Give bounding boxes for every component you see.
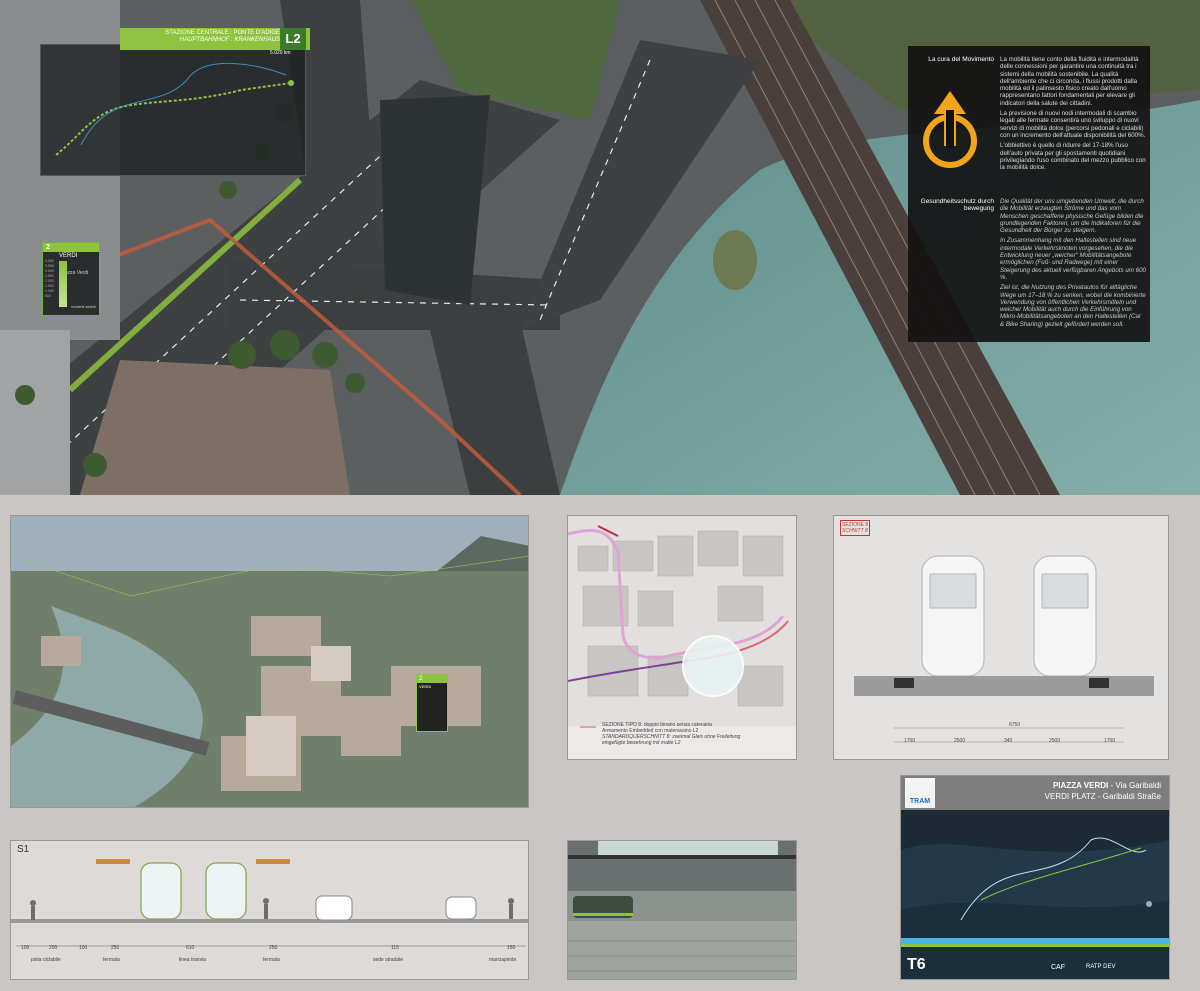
body-de-3: Ziel ist, die Nutzung des Privatautos fü… xyxy=(1000,284,1146,328)
city-photo-drawing xyxy=(11,516,528,807)
body-it-3: L'obbiettivo è quello di ridurre del 17-… xyxy=(1000,142,1146,172)
t6-code: T6 xyxy=(907,956,926,973)
section-tag: SEZIONE 8 SCHNITT 8 xyxy=(840,520,871,536)
tram-right xyxy=(205,862,247,920)
line-badge: L2 xyxy=(280,28,306,50)
plan-drawing xyxy=(568,516,796,726)
zone-sidewalk: marciapiede xyxy=(489,957,517,963)
tram-logo: TRAM xyxy=(905,778,935,808)
line-minimap xyxy=(40,44,306,176)
dim-total: 6750 xyxy=(1009,722,1021,728)
text-panel: La cura del Movimento La mobilità tiene … xyxy=(908,46,1150,342)
cross-section-8: SEZIONE 8 SCHNITT 8 6750 1700 2500 340 25… xyxy=(833,515,1169,760)
cross-section-s1: S1 100 200 100 250 610 250 115 150 pista… xyxy=(10,840,529,980)
zone-cycle: pista ciclabile xyxy=(31,957,61,963)
route-plan: SEZIONE TIPO 8: doppio binario senza cat… xyxy=(567,515,797,760)
route-trace xyxy=(55,63,294,156)
stop-line-number: 2 xyxy=(43,243,99,252)
t6-title: PIAZZA VERDI xyxy=(1052,781,1109,790)
stop-render-drawing xyxy=(568,841,796,979)
zone-stop-2: fermata xyxy=(263,957,280,963)
station-name: STAZIONE CENTRALE : PONTE D'ADIGE xyxy=(165,30,280,36)
body-it-2: La previsione di nuovi nodi intermodali … xyxy=(1000,110,1146,139)
tram-left xyxy=(140,862,182,920)
zone-road: sede stradale xyxy=(373,957,404,963)
population-bar xyxy=(59,261,67,307)
body-de-2: In Zusammenhang mit den Haltestellen sin… xyxy=(1000,237,1146,281)
zone-stop-1: fermata xyxy=(103,957,120,963)
city-photo: 2 VERDI xyxy=(10,515,529,808)
station-name-de: HAUPTBAHNHOF : KRANKENHAUS xyxy=(179,37,280,43)
t6-title-de: VERDI PLATZ xyxy=(1044,792,1096,801)
section-drawing xyxy=(854,555,1154,743)
stop-render xyxy=(567,840,797,980)
brand-caf: CAF xyxy=(1051,964,1065,971)
movement-icon xyxy=(923,91,977,168)
heading-it: La cura del Movimento xyxy=(928,56,994,63)
photo-stop-sign: 2 VERDI xyxy=(416,674,448,732)
body-it-1: La mobilità tiene conto della fluidità e… xyxy=(1000,56,1139,107)
tram-front-left xyxy=(921,555,985,677)
t6-map xyxy=(901,837,1169,979)
brand-ratp: RATP DEV xyxy=(1086,964,1116,970)
zone-tram: linea tranvia xyxy=(179,957,206,963)
stop-card-t6: TRAM PIAZZA VERDI - Via Garibaldi VERDI … xyxy=(900,775,1170,980)
plan-legend-4: eingefügte bewehrung mit matte L2 xyxy=(602,740,681,746)
heading-de: Gesundheitsschutz durch bewegung xyxy=(920,198,994,213)
line-distance: 5.020 km xyxy=(270,50,291,56)
stop-area-circle xyxy=(682,635,744,697)
stop-sign: 2 VERDI piazza Verdi 4.000 3.500 3.000 2.50… xyxy=(42,242,100,316)
s1-label: S1 xyxy=(17,844,30,855)
body-de-1: Die Qualität der uns umgebenden Umwelt, … xyxy=(1000,198,1144,235)
tram-front-right xyxy=(1033,555,1097,677)
